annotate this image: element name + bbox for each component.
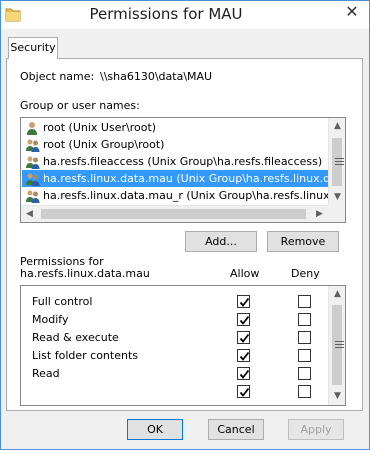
group-list-item-label: ha.resfs.linux.data.mau_r (Unix Group\ha… [43, 189, 328, 202]
deny-checkbox[interactable] [298, 295, 311, 308]
allow-checkbox[interactable] [237, 331, 250, 344]
permissions-dialog: Permissions for MAU ✕ Security Object na… [0, 0, 370, 450]
allow-checkbox[interactable] [237, 385, 250, 398]
permission-row: Full control [21, 293, 329, 311]
group-icon [25, 155, 40, 170]
permission-name: Read & execute [32, 331, 119, 344]
deny-checkbox[interactable] [298, 367, 311, 380]
permissions-vertical-scrollbar[interactable]: ▲ ▼ [328, 286, 345, 405]
group-list-vertical-scrollbar[interactable]: ▲ ▼ [328, 118, 345, 206]
allow-checkbox[interactable] [237, 367, 250, 380]
deny-column-header: Deny [291, 267, 320, 280]
deny-checkbox[interactable] [298, 331, 311, 344]
permission-row: Read [21, 365, 329, 383]
permissions-scroll-thumb[interactable] [332, 305, 344, 385]
group-icon [25, 189, 40, 204]
scroll-left-icon[interactable]: ◀ [21, 206, 38, 222]
permission-name: Read [32, 367, 60, 380]
deny-checkbox[interactable] [298, 349, 311, 362]
group-icon [25, 138, 40, 153]
scroll-down-icon[interactable]: ▼ [329, 189, 345, 206]
cancel-button[interactable]: Cancel [208, 419, 264, 440]
title-bar: Permissions for MAU ✕ [1, 1, 369, 29]
allow-column-header: Allow [230, 267, 260, 280]
permission-row: Read & execute [21, 329, 329, 347]
window-title: Permissions for MAU [89, 5, 243, 23]
group-icon [25, 172, 40, 187]
permission-name: Modify [32, 313, 69, 326]
permissions-list[interactable]: Full control Modify Read & execute List fol… [20, 285, 346, 406]
add-button[interactable]: Add... [185, 231, 257, 252]
permissions-for-group-name: ha.resfs.linux.data.mau [20, 267, 150, 280]
allow-checkbox[interactable] [237, 313, 250, 326]
group-list-item-label: root (Unix Group\root) [43, 138, 165, 151]
object-name-value: \\sha6130\data\MAU [100, 70, 213, 83]
ok-button[interactable]: OK [127, 419, 183, 440]
group-list-scroll-thumb[interactable] [332, 138, 344, 186]
group-list-item[interactable]: ha.resfs.linux.data.mau_r (Unix Group\ha… [22, 187, 328, 204]
user-icon [25, 121, 40, 136]
scroll-corner [328, 205, 345, 222]
permission-row: Modify [21, 311, 329, 329]
tab-security[interactable]: Security [8, 37, 58, 59]
security-tab-panel: Object name: \\sha6130\data\MAU Group or… [6, 58, 363, 411]
remove-button[interactable]: Remove [267, 231, 339, 252]
group-list-item[interactable]: ha.resfs.linux.data.mau (Unix Group\ha.r… [22, 170, 328, 187]
close-button[interactable]: ✕ [341, 1, 363, 23]
object-name-label: Object name: [20, 70, 95, 83]
perm-scroll-up-icon[interactable]: ▲ [329, 286, 345, 303]
group-list-item[interactable]: root (Unix User\root) [22, 119, 328, 136]
scroll-up-icon[interactable]: ▲ [329, 118, 345, 135]
group-user-list[interactable]: root (Unix User\root) root (Unix Group\ro… [20, 117, 346, 223]
close-icon: ✕ [345, 2, 359, 21]
group-list-item-label: root (Unix User\root) [43, 121, 157, 134]
group-list-item[interactable]: root (Unix Group\root) [22, 136, 328, 153]
permission-name: List folder contents [32, 349, 138, 362]
group-list-horizontal-scrollbar[interactable]: ◀ ▶ [21, 205, 328, 222]
permission-row: List folder contents [21, 347, 329, 365]
group-list-hscroll-thumb[interactable] [41, 209, 306, 219]
deny-checkbox[interactable] [298, 385, 311, 398]
group-list-item-label: ha.resfs.linux.data.mau (Unix Group\ha.r… [43, 172, 328, 185]
allow-checkbox[interactable] [237, 349, 250, 362]
scroll-right-icon[interactable]: ▶ [311, 206, 328, 222]
apply-button[interactable]: Apply [288, 419, 344, 440]
group-list-item[interactable]: ha.resfs.fileaccess (Unix Group\ha.resfs… [22, 153, 328, 170]
permission-name: Full control [32, 295, 93, 308]
permission-row [21, 383, 329, 401]
deny-checkbox[interactable] [298, 313, 311, 326]
group-list-label: Group or user names: [20, 99, 140, 112]
perm-scroll-down-icon[interactable]: ▼ [329, 388, 345, 405]
allow-checkbox[interactable] [237, 295, 250, 308]
group-list-item-label: ha.resfs.fileaccess (Unix Group\ha.resfs… [43, 155, 323, 168]
tab-security-label: Security [10, 41, 56, 54]
